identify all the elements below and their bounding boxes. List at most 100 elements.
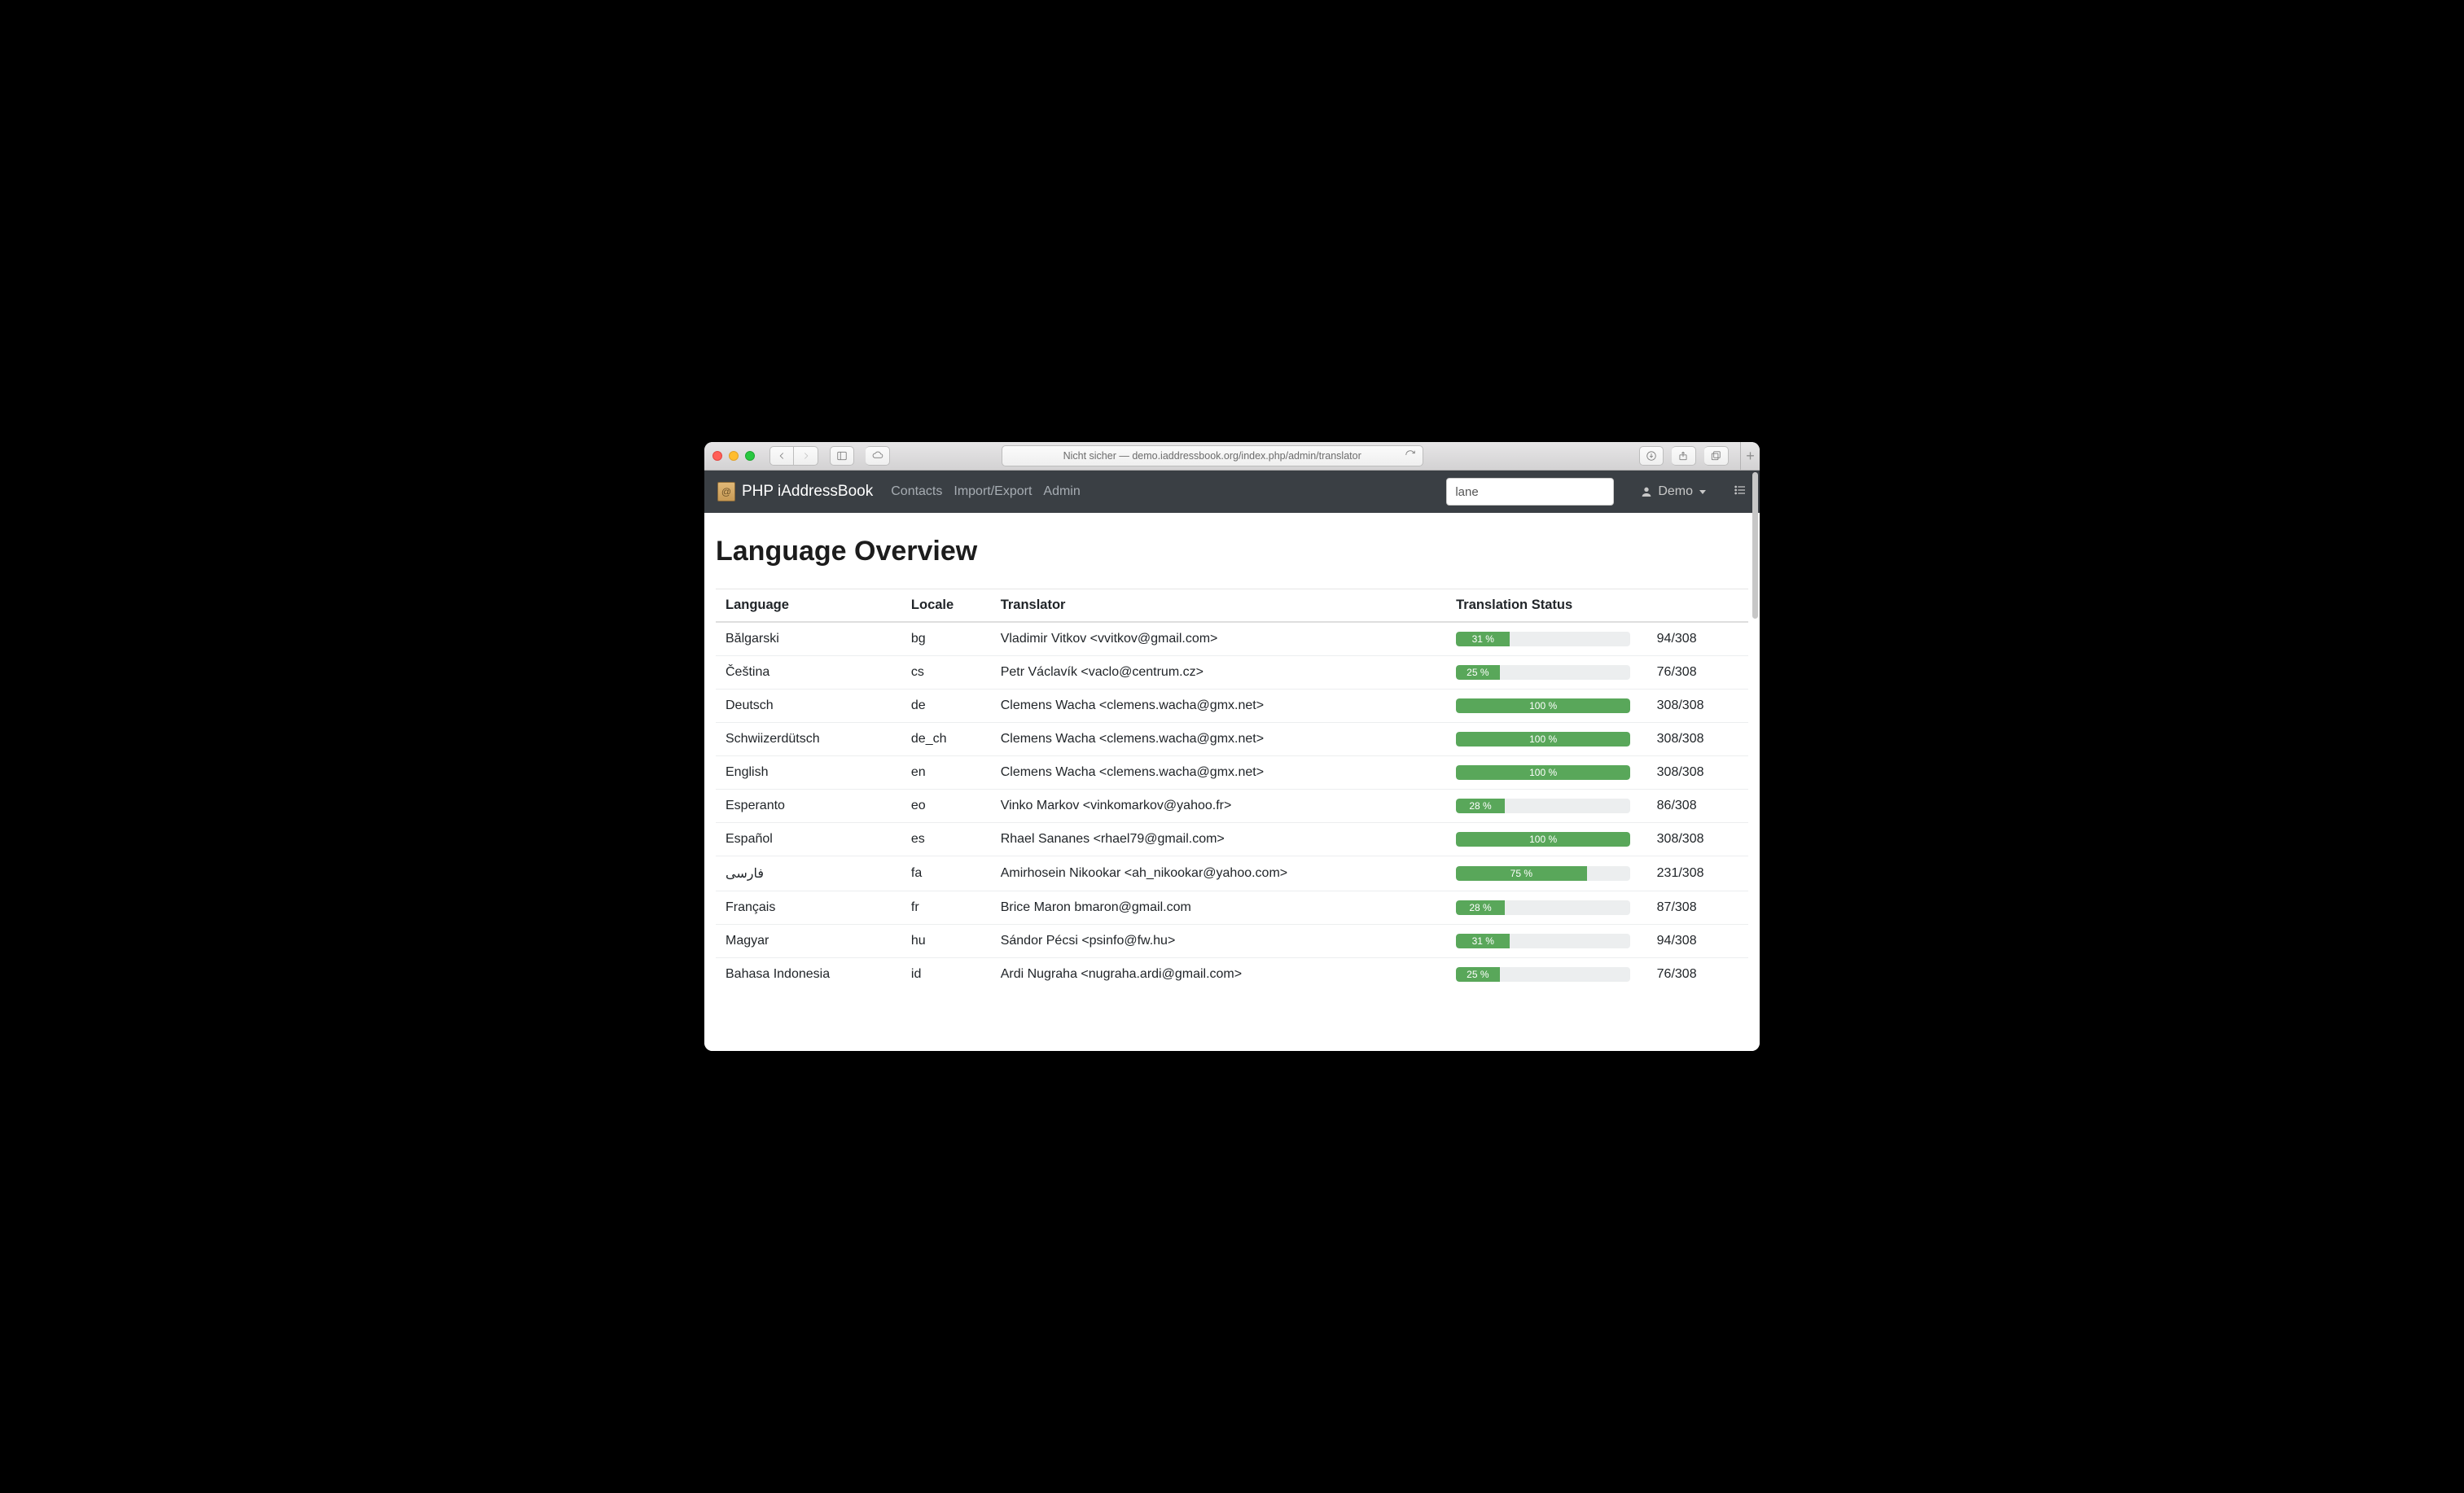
cell-translator: Amirhosein Nikookar <ah_nikookar@yahoo.c… xyxy=(991,856,1446,891)
cell-status: 100 % xyxy=(1446,690,1647,723)
icloud-button[interactable] xyxy=(866,446,890,466)
book-icon xyxy=(717,482,735,501)
progress-fill: 100 % xyxy=(1456,765,1630,780)
cell-status: 31 % xyxy=(1446,622,1647,656)
sidebar-icon xyxy=(836,450,848,462)
nav-buttons xyxy=(769,446,818,466)
cell-locale: fa xyxy=(901,856,991,891)
cell-count: 94/308 xyxy=(1647,622,1748,656)
list-view-button[interactable] xyxy=(1734,484,1747,501)
cell-count: 94/308 xyxy=(1647,925,1748,958)
table-row: FrançaisfrBrice Maron bmaron@gmail.com28… xyxy=(716,891,1748,925)
cell-locale: id xyxy=(901,958,991,992)
progress-bar: 75 % xyxy=(1456,866,1630,881)
page-viewport: PHP iAddressBook Contacts Import/Export … xyxy=(704,471,1760,1051)
table-row: EsperantoeoVinko Markov <vinkomarkov@yah… xyxy=(716,790,1748,823)
cell-count: 308/308 xyxy=(1647,723,1748,756)
progress-fill: 31 % xyxy=(1456,632,1510,646)
progress-fill: 28 % xyxy=(1456,900,1505,915)
cell-status: 28 % xyxy=(1446,891,1647,925)
language-table: Language Locale Translator Translation S… xyxy=(716,589,1748,991)
cell-language: Deutsch xyxy=(716,690,901,723)
sidebar-toggle-button[interactable] xyxy=(830,446,854,466)
progress-bar: 28 % xyxy=(1456,900,1630,915)
vertical-scrollbar[interactable] xyxy=(1747,471,1760,1051)
chevron-left-icon xyxy=(776,450,787,462)
share-icon xyxy=(1677,450,1689,462)
cell-locale: eo xyxy=(901,790,991,823)
window-controls xyxy=(712,451,755,461)
progress-bar: 28 % xyxy=(1456,799,1630,813)
cell-language: English xyxy=(716,756,901,790)
minimize-window-button[interactable] xyxy=(729,451,739,461)
cell-status: 100 % xyxy=(1446,723,1647,756)
search-input[interactable] xyxy=(1446,478,1614,506)
browser-toolbar: Nicht sicher — demo.iaddressbook.org/ind… xyxy=(704,442,1760,471)
app-navbar: PHP iAddressBook Contacts Import/Export … xyxy=(704,471,1760,513)
cell-locale: bg xyxy=(901,622,991,656)
cell-language: Esperanto xyxy=(716,790,901,823)
user-label: Demo xyxy=(1658,484,1693,499)
cell-count: 231/308 xyxy=(1647,856,1748,891)
cell-translator: Sándor Pécsi <psinfo@fw.hu> xyxy=(991,925,1446,958)
cell-locale: fr xyxy=(901,891,991,925)
forward-button[interactable] xyxy=(794,446,818,466)
address-bar[interactable]: Nicht sicher — demo.iaddressbook.org/ind… xyxy=(1002,445,1423,466)
progress-bar: 100 % xyxy=(1456,698,1630,713)
new-tab-button[interactable]: + xyxy=(1740,442,1760,471)
cell-locale: es xyxy=(901,823,991,856)
chevron-down-icon xyxy=(1699,490,1706,494)
cell-locale: hu xyxy=(901,925,991,958)
progress-bar: 25 % xyxy=(1456,967,1630,982)
user-icon xyxy=(1640,485,1653,498)
chevron-right-icon xyxy=(800,450,812,462)
share-button[interactable] xyxy=(1672,446,1696,466)
progress-fill: 100 % xyxy=(1456,698,1630,713)
col-status: Translation Status xyxy=(1446,589,1748,623)
table-row: فارسیfaAmirhosein Nikookar <ah_nikookar@… xyxy=(716,856,1748,891)
progress-bar: 25 % xyxy=(1456,665,1630,680)
cell-translator: Brice Maron bmaron@gmail.com xyxy=(991,891,1446,925)
cell-locale: de_ch xyxy=(901,723,991,756)
cell-language: Bălgarski xyxy=(716,622,901,656)
zoom-window-button[interactable] xyxy=(745,451,755,461)
cell-language: Schwiizerdütsch xyxy=(716,723,901,756)
nav-contacts[interactable]: Contacts xyxy=(891,484,942,499)
reload-button[interactable] xyxy=(1405,449,1416,463)
table-row: MagyarhuSándor Pécsi <psinfo@fw.hu> 31 % 9… xyxy=(716,925,1748,958)
progress-fill: 25 % xyxy=(1456,967,1500,982)
toolbar-right xyxy=(1639,446,1729,466)
downloads-button[interactable] xyxy=(1639,446,1664,466)
cell-count: 86/308 xyxy=(1647,790,1748,823)
cell-language: Magyar xyxy=(716,925,901,958)
download-icon xyxy=(1646,450,1657,462)
progress-fill: 31 % xyxy=(1456,934,1510,948)
table-row: DeutschdeClemens Wacha <clemens.wacha@gm… xyxy=(716,690,1748,723)
cell-language: فارسی xyxy=(716,856,901,891)
nav-import-export[interactable]: Import/Export xyxy=(954,484,1032,499)
scrollbar-thumb[interactable] xyxy=(1752,472,1758,619)
cell-language: Español xyxy=(716,823,901,856)
progress-fill: 100 % xyxy=(1456,732,1630,746)
cell-translator: Vinko Markov <vinkomarkov@yahoo.fr> xyxy=(991,790,1446,823)
cell-translator: Clemens Wacha <clemens.wacha@gmx.net> xyxy=(991,756,1446,790)
cell-locale: cs xyxy=(901,656,991,690)
nav-admin[interactable]: Admin xyxy=(1043,484,1080,499)
table-row: EnglishenClemens Wacha <clemens.wacha@gm… xyxy=(716,756,1748,790)
cloud-icon xyxy=(872,450,883,462)
page-content: Language Overview Language Locale Transl… xyxy=(704,513,1760,1051)
cell-status: 100 % xyxy=(1446,756,1647,790)
brand[interactable]: PHP iAddressBook xyxy=(717,482,873,501)
cell-count: 76/308 xyxy=(1647,656,1748,690)
progress-bar: 31 % xyxy=(1456,934,1630,948)
user-menu[interactable]: Demo xyxy=(1640,484,1706,499)
tabs-button[interactable] xyxy=(1704,446,1729,466)
table-row: Bahasa IndonesiaidArdi Nugraha <nugraha.… xyxy=(716,958,1748,992)
cell-translator: Clemens Wacha <clemens.wacha@gmx.net> xyxy=(991,723,1446,756)
cell-language: Čeština xyxy=(716,656,901,690)
close-window-button[interactable] xyxy=(712,451,722,461)
back-button[interactable] xyxy=(769,446,794,466)
cell-locale: de xyxy=(901,690,991,723)
url-text: Nicht sicher — demo.iaddressbook.org/ind… xyxy=(1063,450,1361,462)
col-locale: Locale xyxy=(901,589,991,623)
